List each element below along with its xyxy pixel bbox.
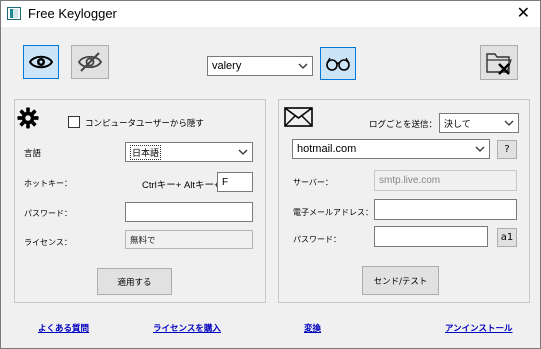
stop-monitoring-button[interactable] xyxy=(71,45,109,79)
app-logo-icon xyxy=(7,7,21,20)
server-label: サーバー： xyxy=(293,178,333,187)
buy-license-link[interactable]: ライセンスを購入 xyxy=(153,322,221,334)
envelope-icon xyxy=(284,107,313,127)
folder-delete-icon xyxy=(486,52,512,75)
hide-from-users-checkbox[interactable] xyxy=(68,116,80,128)
start-monitoring-button[interactable] xyxy=(23,45,59,79)
convert-link[interactable]: 変換 xyxy=(304,322,321,334)
uninstall-link[interactable]: アンインストール xyxy=(445,322,513,334)
app-window: Free Keylogger ✕ valery コンピュータユーザーから隠す 言… xyxy=(0,0,541,349)
settings-panel: コンピュータユーザーから隠す 言語 日本語 ホットキー： Ctrlキー+ Alt… xyxy=(14,99,266,303)
license-label: ライセンス： xyxy=(24,238,72,247)
eye-slash-icon xyxy=(77,52,103,72)
chevron-down-icon xyxy=(504,120,514,126)
email-address-input[interactable] xyxy=(374,199,517,220)
chevron-down-icon xyxy=(475,146,485,152)
window-title: Free Keylogger xyxy=(28,6,117,21)
apply-button[interactable]: 適用する xyxy=(97,268,172,295)
email-provider-select[interactable]: hotmail.com xyxy=(292,139,490,159)
user-select-dropdown[interactable]: valery xyxy=(207,56,313,76)
email-address-label: 電子メールアドレス： xyxy=(293,208,373,217)
email-provider-value: hotmail.com xyxy=(297,143,357,155)
email-password-input[interactable] xyxy=(374,226,488,247)
view-logs-button[interactable] xyxy=(320,47,356,80)
send-test-button[interactable]: センド/テスト xyxy=(362,266,439,295)
clear-logs-button[interactable] xyxy=(480,45,518,80)
language-label: 言語 xyxy=(24,149,42,159)
faq-link[interactable]: よくある質問 xyxy=(38,322,89,334)
glasses-icon xyxy=(326,57,350,71)
gear-icon xyxy=(17,107,39,129)
help-button[interactable]: ? xyxy=(497,140,517,159)
send-frequency-select[interactable]: 決して xyxy=(439,113,519,133)
hide-from-users-label: コンピュータユーザーから隠す xyxy=(85,119,204,129)
language-select[interactable]: 日本語 xyxy=(125,142,253,162)
show-password-button[interactable]: a1 xyxy=(497,228,517,247)
password-input[interactable] xyxy=(125,202,253,222)
hotkey-label: ホットキー： xyxy=(24,179,72,188)
eye-icon xyxy=(29,55,53,69)
hotkey-input[interactable]: F xyxy=(217,172,253,192)
license-field: 無料で xyxy=(125,230,253,249)
user-select-value: valery xyxy=(212,60,242,72)
close-window-button[interactable]: ✕ xyxy=(517,5,530,21)
email-password-label: パスワード： xyxy=(293,235,341,244)
language-select-value: 日本語 xyxy=(130,144,162,160)
email-panel: ログごとを送信： 決して hotmail.com ? サーバー： smtp.li… xyxy=(278,99,530,303)
send-frequency-value: 決して xyxy=(444,118,471,129)
title-bar: Free Keylogger ✕ xyxy=(1,1,540,27)
chevron-down-icon xyxy=(238,149,248,155)
password-label: パスワード： xyxy=(24,209,72,218)
chevron-down-icon xyxy=(298,63,308,69)
send-logs-label: ログごとを送信： xyxy=(369,120,438,130)
hotkey-modifiers: Ctrlキー+ Altキー+ xyxy=(142,180,220,191)
smtp-server-input[interactable]: smtp.live.com xyxy=(374,170,517,191)
